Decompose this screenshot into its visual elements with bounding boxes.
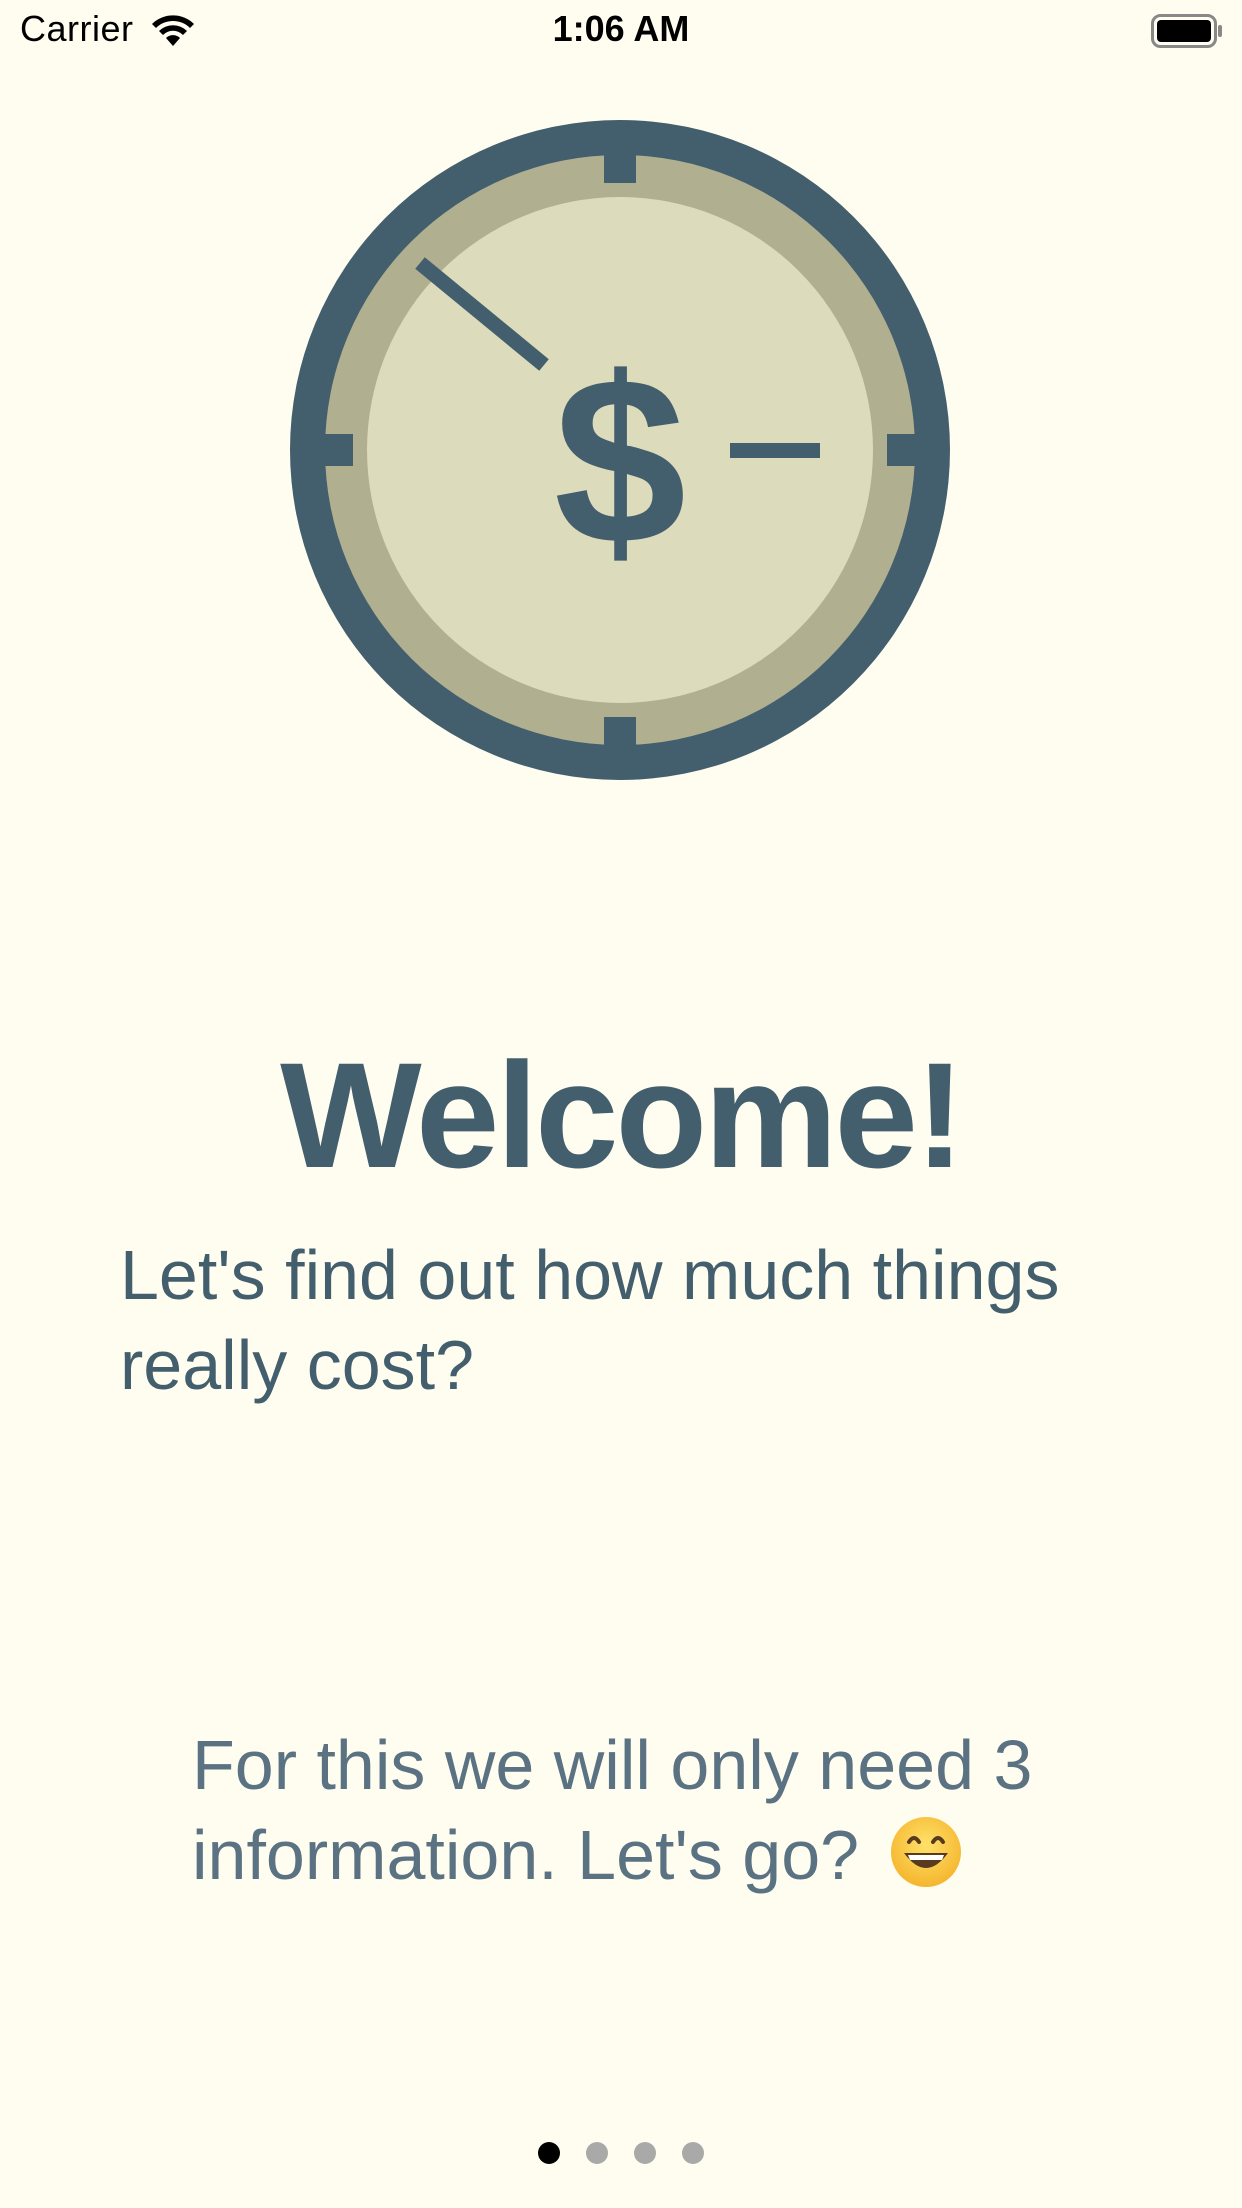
dollar-symbol: $ [554,329,686,594]
page-dot-1[interactable] [538,2142,560,2164]
page-dot-2[interactable] [586,2142,608,2164]
welcome-note: For this we will only need 3 information… [192,1720,1092,1900]
welcome-subtitle: Let's find out how much things really co… [120,1236,1060,1404]
status-bar: Carrier 1:06 AM [0,0,1242,64]
welcome-title: Welcome! [280,1031,965,1199]
battery-icon [1151,14,1222,48]
page-dot-4[interactable] [682,2142,704,2164]
dollar-clock-icon: $ [290,120,950,780]
page-control[interactable] [0,2142,1242,2164]
page-dot-3[interactable] [634,2142,656,2164]
grinning-face-icon [890,1817,961,1887]
status-time: 1:06 AM [552,8,690,49]
